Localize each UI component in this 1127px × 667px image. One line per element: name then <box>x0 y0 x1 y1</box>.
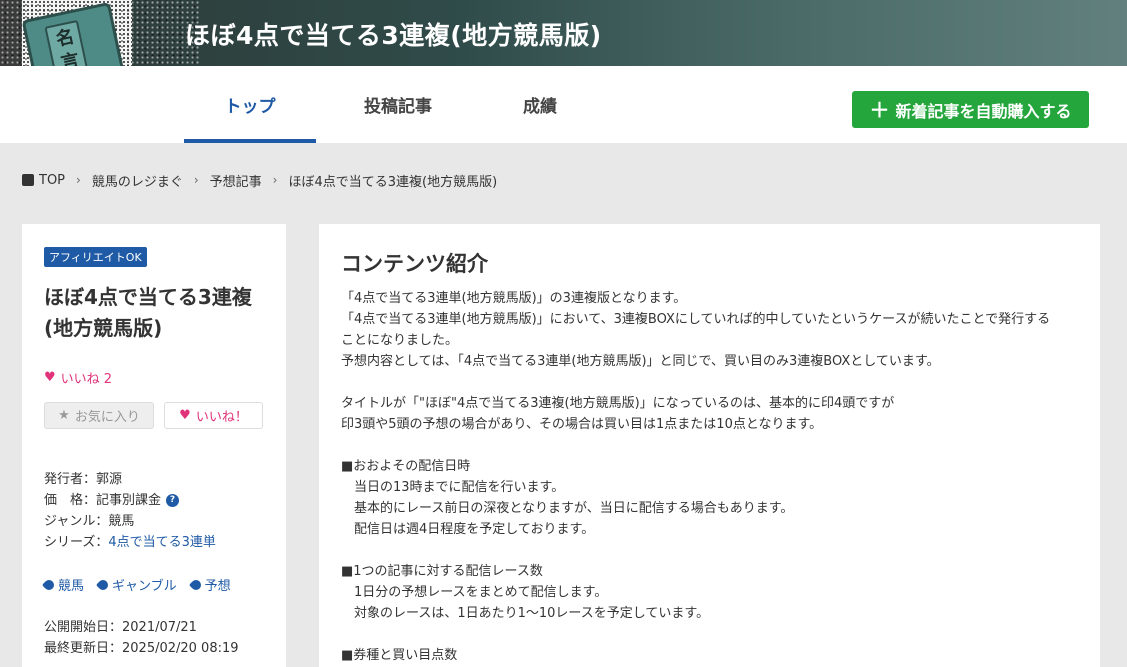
favorite-label: お気に入り <box>74 410 140 425</box>
tag-label: 予想 <box>204 579 231 594</box>
content-body: 「4点で当てる3連単(地方競馬版)」の3連複版となります。 「4点で当てる3連単… <box>341 288 1081 666</box>
like-count-label: いいね 2 <box>60 372 113 387</box>
breadcrumb-top[interactable]: TOP <box>39 173 65 188</box>
breadcrumb: TOP › 競馬のレジまぐ › 予想記事 › ほぼ4点で当てる3連複(地方競馬版… <box>22 170 497 190</box>
sidebar-card: アフィリエイトOK ほぼ4点で当てる3連複(地方競馬版) ♥ いいね 2 ★ お… <box>22 224 286 667</box>
star-icon: ★ <box>58 408 70 423</box>
auto-purchase-label: 新着記事を自動購入する <box>895 101 1072 121</box>
like-button[interactable]: ♥ いいね！ <box>164 402 263 429</box>
site-title[interactable]: ほぼ4点で当てる3連複(地方競馬版) <box>185 16 602 52</box>
content-line: ことになりました。 <box>341 333 459 348</box>
tag-icon <box>41 577 57 592</box>
series-link[interactable]: 4点で当てる3連単 <box>108 532 216 553</box>
heart-icon: ♥ <box>44 370 56 385</box>
content-line: 「4点で当てる3連単(地方競馬版)」の3連複版となります。 <box>341 291 687 306</box>
breadcrumb-yoso[interactable]: 予想記事 <box>210 171 262 190</box>
updated-date: 最終更新日：2025/02/20 08:19 <box>44 641 239 656</box>
breadcrumb-keiba[interactable]: 競馬のレジまぐ <box>92 171 183 190</box>
tag-yoso[interactable]: 予想 <box>188 575 231 594</box>
plus-icon: ＋ <box>869 97 890 122</box>
genre: ジャンル：競馬 <box>44 514 135 529</box>
header-banner: ほぼ4点で当てる3連複(地方競馬版) <box>0 0 1127 66</box>
tag-list: 競馬 ギャンブル 予想 <box>41 575 231 594</box>
series-title: ほぼ4点で当てる3連複(地方競馬版) <box>44 285 252 340</box>
tab-posts[interactable]: 投稿記事 <box>332 66 464 143</box>
content-line: 1日分の予想レースをまとめて配信します。 <box>341 585 608 600</box>
content-line: 予想内容としては、「4点で当てる3連単(地方競馬版)」と同じで、買い目のみ3連複… <box>341 354 940 369</box>
auto-purchase-button[interactable]: ＋ 新着記事を自動購入する <box>852 91 1089 128</box>
tag-icon <box>95 577 111 592</box>
meta-info: 発行者：郭源 価 格：記事別課金 ? ジャンル：競馬 シリーズ： 4点で当てる3… <box>44 469 216 553</box>
chevron-right-icon: › <box>272 173 278 187</box>
content-line: ■1つの記事に対する配信レース数 <box>341 564 543 579</box>
content-card: コンテンツ紹介 「4点で当てる3連単(地方競馬版)」の3連複版となります。 「4… <box>319 224 1100 667</box>
affiliate-badge: アフィリエイトOK <box>44 247 147 267</box>
series-prefix: シリーズ： <box>44 535 109 550</box>
tag-label: ギャンブル <box>112 579 177 594</box>
price-row: 価 格：記事別課金 ? <box>44 490 216 511</box>
publisher: 発行者：郭源 <box>44 472 123 487</box>
published-date: 公開開始日：2021/07/21 <box>44 620 197 635</box>
content-heading: コンテンツ紹介 <box>341 252 488 276</box>
main-nav: トップ 投稿記事 成績 ＋ 新着記事を自動購入する <box>0 66 1127 143</box>
help-icon[interactable]: ? <box>166 494 180 507</box>
content-line: 基本的にレース前日の深夜となりますが、当日に配信する場合もあります。 <box>341 501 794 516</box>
content-line: ■おおよその配信日時 <box>341 459 471 474</box>
like-button-label: いいね！ <box>195 410 248 425</box>
series-row: シリーズ： 4点で当てる3連単 <box>44 532 216 553</box>
chevron-right-icon: › <box>193 173 199 187</box>
content-line: 配信日は週4日程度を予定しております。 <box>341 522 595 537</box>
content-line: 「4点で当てる3連単(地方競馬版)」において、3連複BOXにしていれば的中してい… <box>341 312 1051 327</box>
price-label: 価 格：記事別課金 <box>44 493 162 508</box>
tag-gamble[interactable]: ギャンブル <box>95 575 177 594</box>
favorite-button[interactable]: ★ お気に入り <box>44 402 154 429</box>
like-count: ♥ いいね 2 <box>44 368 112 387</box>
tab-top[interactable]: トップ <box>184 66 316 143</box>
box-icon <box>22 174 34 186</box>
content-line: ■券種と買い目点数 <box>341 648 458 663</box>
content-line: 当日の13時までに配信を行います。 <box>341 480 565 495</box>
date-info: 公開開始日：2021/07/21 最終更新日：2025/02/20 08:19 <box>44 617 239 659</box>
tag-label: 競馬 <box>58 579 85 594</box>
tag-keiba[interactable]: 競馬 <box>41 575 85 594</box>
tag-icon <box>188 577 203 592</box>
chevron-right-icon: › <box>76 173 81 187</box>
content-line: 印3頭や5頭の予想の場合があり、その場合は買い目は1点または10点となります。 <box>341 417 823 432</box>
heart-icon: ♥ <box>179 408 191 423</box>
breadcrumb-current: ほぼ4点で当てる3連複(地方競馬版) <box>288 174 498 190</box>
content-line: 対象のレースは、1日あたり1～10レースを予定しています。 <box>341 606 710 621</box>
content-line: タイトルが「"ほぼ"4点で当てる3連複(地方競馬版)」になっているのは、基本的に… <box>341 396 895 411</box>
tab-results[interactable]: 成績 <box>474 66 606 143</box>
